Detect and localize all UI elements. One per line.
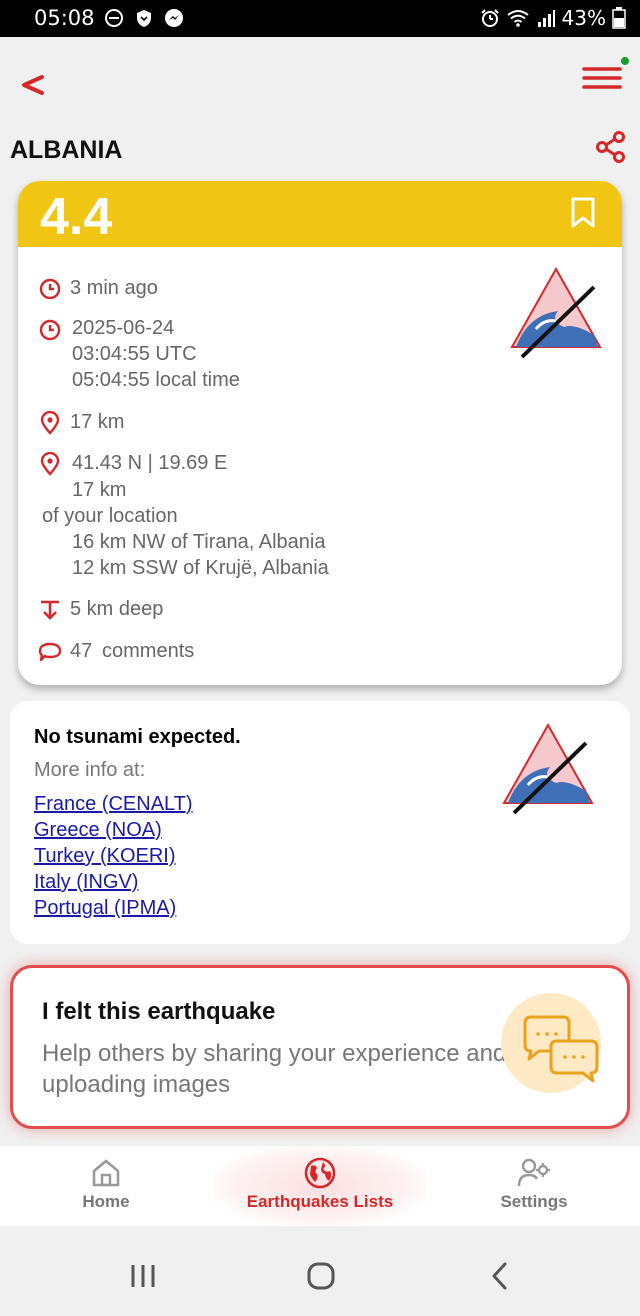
share-icon[interactable] [594, 130, 628, 164]
no-tsunami-logo [510, 266, 602, 359]
no-tsunami-logo [502, 722, 594, 815]
link-turkey-koeri[interactable]: Turkey (KOERI) [34, 845, 176, 868]
event-utc-time: 03:04:55 UTC [72, 343, 197, 365]
alarm-icon [480, 9, 499, 27]
coordinates: 41.43 N | 19.69 E [72, 452, 228, 474]
earthquake-details-card: 4.4 3 min ago 2025-06-24 03:04:55 UTC 05… [18, 181, 622, 685]
recent-apps-icon[interactable] [123, 1256, 163, 1296]
nearby-city-2: 12 km SSW of Krujë, Albania [72, 557, 329, 579]
tsunami-info-card: No tsunami expected. More info at: Franc… [10, 701, 630, 944]
distance-from-user: 17 km [72, 479, 127, 501]
system-back-icon[interactable] [480, 1256, 520, 1296]
signal-icon [537, 10, 555, 27]
more-info-label: More info at: [34, 759, 146, 781]
nav-earthquakes-lists[interactable]: Earthquakes Lists [214, 1146, 426, 1226]
nav-home[interactable]: Home [0, 1146, 212, 1226]
page-title: ALBANIA [10, 136, 123, 164]
nav-settings-label: Settings [500, 1192, 568, 1211]
app-header [0, 37, 640, 127]
chat-bubbles-icon-bg [501, 993, 601, 1093]
home-button-icon[interactable] [301, 1256, 341, 1296]
battery-icon [612, 7, 626, 29]
link-italy-ingv[interactable]: Italy (INGV) [34, 871, 138, 894]
nav-earthquakes-lists-label: Earthquakes Lists [246, 1192, 394, 1211]
location-pin-icon [40, 452, 60, 476]
hamburger-menu-icon[interactable] [580, 61, 624, 95]
of-your-location: of your location [42, 505, 178, 527]
battery-percent: 43% [561, 6, 606, 30]
bookmark-icon[interactable] [570, 197, 596, 229]
depth-arrow-icon [41, 600, 59, 620]
home-icon [92, 1159, 120, 1187]
system-navigation-bar [0, 1226, 640, 1316]
felt-earthquake-button[interactable]: I felt this earthquake Help others by sh… [10, 965, 630, 1129]
depth: 5 km deep [70, 598, 164, 620]
nearby-city-1: 16 km NW of Tirana, Albania [72, 531, 326, 553]
globe-icon [304, 1157, 336, 1189]
link-greece-noa[interactable]: Greece (NOA) [34, 819, 162, 842]
comments-label: comments [102, 640, 195, 662]
tsunami-status: No tsunami expected. [34, 726, 241, 748]
messenger-icon [165, 9, 183, 27]
location-pin-icon [40, 411, 60, 435]
nav-home-label: Home [82, 1192, 130, 1211]
notification-dot [621, 57, 629, 65]
back-button[interactable] [16, 65, 48, 105]
comments-count: 47 [70, 640, 93, 662]
shield-icon [137, 10, 151, 27]
nav-settings[interactable]: Settings [428, 1146, 640, 1226]
event-local-time: 05:04:55 local time [72, 369, 240, 391]
time-ago: 3 min ago [70, 277, 158, 299]
user-settings-icon [517, 1158, 550, 1187]
event-date: 2025-06-24 [72, 317, 175, 339]
link-france-cenalt[interactable]: France (CENALT) [34, 793, 193, 816]
bottom-navigation: Home Earthquakes Lists Settings [0, 1146, 640, 1226]
link-portugal-ipma[interactable]: Portugal (IPMA) [34, 897, 176, 920]
felt-title: I felt this earthquake [42, 998, 276, 1025]
magnitude-bar: 4.4 [18, 181, 622, 247]
minus-circle-icon [105, 9, 123, 27]
status-time: 05:08 [34, 6, 95, 30]
wifi-icon [506, 10, 529, 27]
clock-icon [39, 278, 61, 300]
magnitude-value: 4.4 [40, 188, 113, 246]
clock-icon [39, 319, 61, 341]
status-bar: 05:08 43% [0, 0, 640, 37]
chat-bubbles-icon [523, 1015, 599, 1083]
distance: 17 km [70, 411, 125, 433]
felt-description: Help others by sharing your experience a… [42, 1040, 507, 1098]
comment-icon [38, 642, 62, 662]
